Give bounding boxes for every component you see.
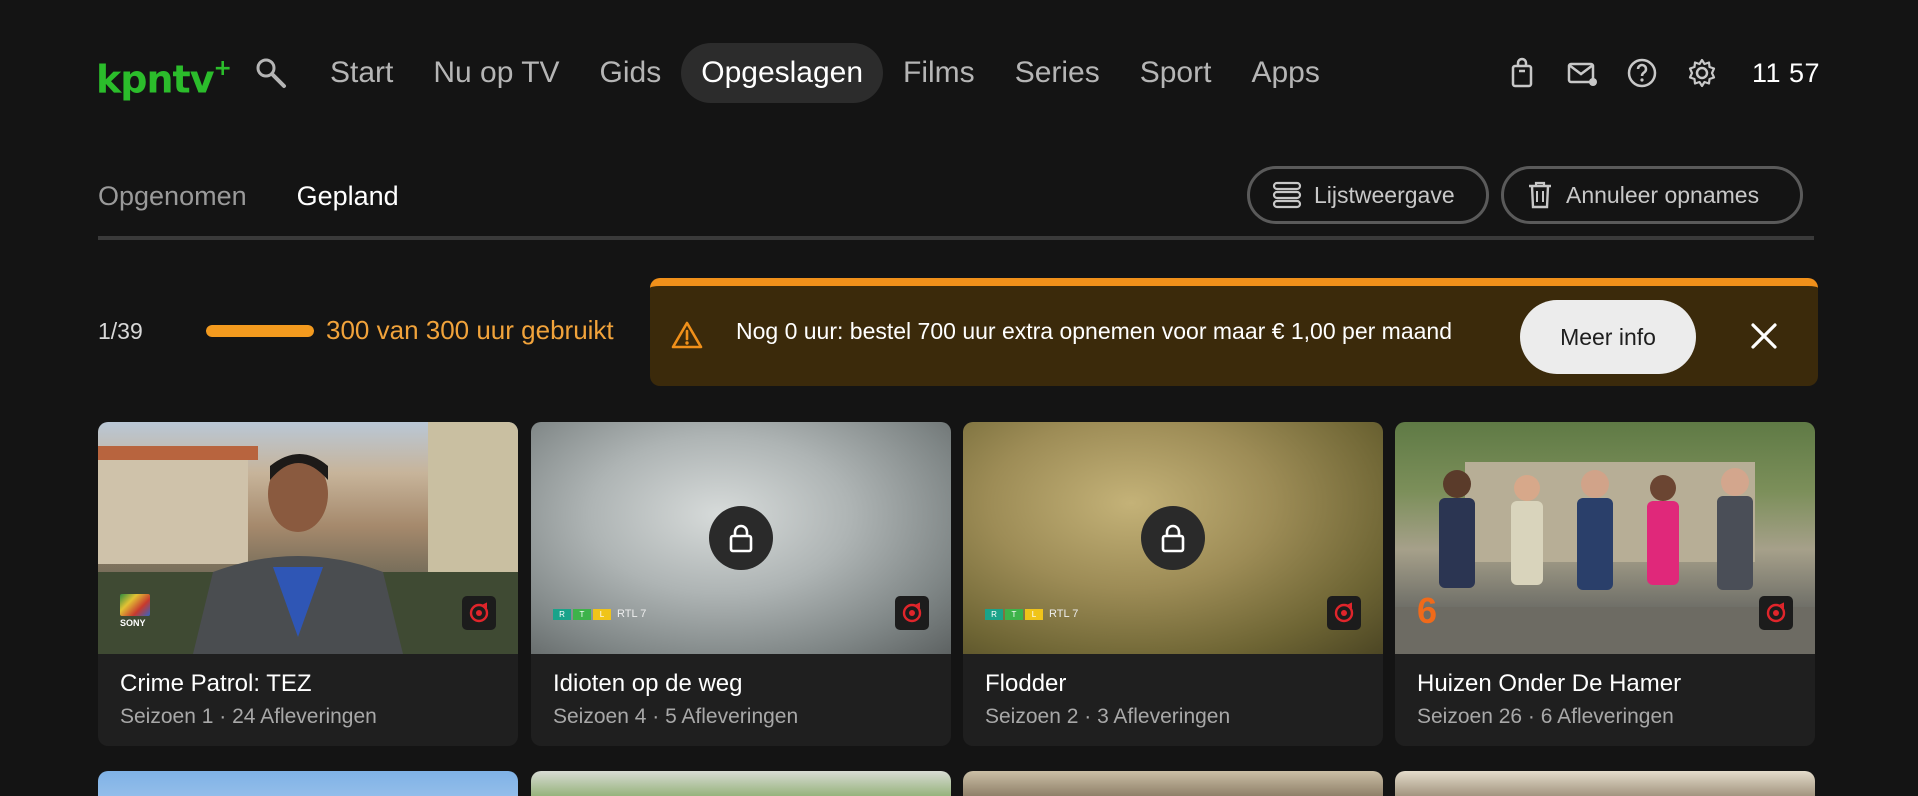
card-subtitle: Seizoen 4 · 5 Afleveringen <box>553 705 799 728</box>
nav-item-films[interactable]: Films <box>883 43 995 103</box>
channel-logo-6: 6 <box>1417 590 1438 631</box>
top-right-controls: 11 57 <box>1506 50 1820 96</box>
series-card-row2-2[interactable] <box>531 771 951 796</box>
series-card-flodder[interactable]: R T L RTL 7 Flodder Seizoen 2 · 3 Afleverin… <box>963 422 1383 746</box>
card-title: Huizen Onder De Hamer <box>1417 670 1682 697</box>
card-title: Crime Patrol: TEZ <box>120 670 312 697</box>
kpn-tv-logo[interactable]: kpntv+ <box>96 50 232 102</box>
nav-item-start[interactable]: Start <box>310 43 413 103</box>
banner-message: Nog 0 uur: bestel 700 uur extra opnemen … <box>736 318 1452 344</box>
series-thumbnail: 6 <box>1395 422 1815 654</box>
nav-item-sport[interactable]: Sport <box>1120 43 1232 103</box>
list-view-button[interactable]: Lijstweergave <box>1247 166 1489 224</box>
logo-plus: + <box>213 56 231 81</box>
record-series-icon <box>462 596 496 630</box>
series-card-crime-patrol[interactable]: SONY Crime Patrol: TEZ Seizoen 1 · 24 Af… <box>98 422 518 746</box>
card-subtitle: Seizoen 1 · 24 Afleveringen <box>120 705 377 728</box>
nav-item-apps[interactable]: Apps <box>1231 43 1339 103</box>
presenter-image <box>98 422 518 654</box>
more-info-button[interactable]: Meer info <box>1520 300 1696 374</box>
nav-item-opgeslagen[interactable]: Opgeslagen <box>681 43 884 103</box>
channel-logo-rtl7: R T L RTL 7 <box>553 608 646 620</box>
nav-item-gids[interactable]: Gids <box>580 43 682 103</box>
search-icon[interactable] <box>254 56 288 90</box>
cancel-recordings-button[interactable]: Annuleer opnames <box>1501 166 1803 224</box>
series-thumbnail: R T L RTL 7 <box>963 422 1383 654</box>
tabs-divider <box>98 236 1814 240</box>
cancel-recordings-label: Annuleer opnames <box>1566 181 1760 208</box>
card-title: Flodder <box>985 670 1067 697</box>
tab-opgenomen[interactable]: Opgenomen <box>98 170 247 222</box>
channel-name: SONY <box>120 618 146 628</box>
nav-item-series[interactable]: Series <box>995 43 1120 103</box>
storage-warning-banner: Nog 0 uur: bestel 700 uur extra opnemen … <box>650 278 1818 386</box>
mail-icon[interactable] <box>1566 57 1598 89</box>
item-counter: 1/39 <box>98 318 143 344</box>
series-card-row2-3[interactable] <box>963 771 1383 796</box>
series-thumbnail: R T L RTL 7 <box>531 422 951 654</box>
list-view-icon <box>1272 181 1302 209</box>
record-series-icon <box>1759 596 1793 630</box>
app-root: kpntv+ Start Nu op TV Gids Opgeslagen Fi… <box>0 0 1918 796</box>
series-card-huizen-onder-de-hamer[interactable]: 6 Huizen Onder De Hamer Seizoen 26 · 6 A… <box>1395 422 1815 746</box>
help-icon[interactable] <box>1626 57 1658 89</box>
storage-progress-fill <box>206 325 314 337</box>
card-subtitle: Seizoen 26 · 6 Afleveringen <box>1417 705 1674 728</box>
channel-logo-sony: SONY <box>120 594 150 628</box>
list-view-label: Lijstweergave <box>1314 181 1455 208</box>
warning-icon <box>671 321 703 349</box>
nav-item-nu-op-tv[interactable]: Nu op TV <box>413 43 579 103</box>
lock-icon <box>1141 506 1205 570</box>
tab-gepland[interactable]: Gepland <box>297 170 399 222</box>
series-thumbnail: SONY <box>98 422 518 654</box>
top-navigation: kpntv+ Start Nu op TV Gids Opgeslagen Fi… <box>0 0 1918 148</box>
trash-icon <box>1529 181 1551 209</box>
storage-progress-bar <box>206 325 314 337</box>
logo-text: kpntv <box>96 57 214 102</box>
clock: 11 57 <box>1751 57 1820 88</box>
channel-logo-rtl7: R T L RTL 7 <box>985 608 1078 620</box>
lock-icon <box>709 506 773 570</box>
channel-name: RTL 7 <box>617 608 647 620</box>
series-card-idioten-op-de-weg[interactable]: R T L RTL 7 Idioten op de weg Seizoen 4 · 5… <box>531 422 951 746</box>
shopping-bag-icon[interactable] <box>1506 57 1538 89</box>
card-title: Idioten op de weg <box>553 670 743 697</box>
series-card-row2-1[interactable] <box>98 771 518 796</box>
settings-icon[interactable] <box>1686 57 1718 89</box>
presenters-image <box>1395 462 1815 654</box>
channel-name: RTL 7 <box>1049 608 1079 620</box>
series-card-row2-4[interactable] <box>1395 771 1815 796</box>
storage-usage-text: 300 van 300 uur gebruikt <box>326 315 614 345</box>
main-nav: Start Nu op TV Gids Opgeslagen Films Ser… <box>310 43 1340 103</box>
card-subtitle: Seizoen 2 · 3 Afleveringen <box>985 705 1231 728</box>
close-icon[interactable] <box>1750 322 1778 350</box>
recordings-tabs: Opgenomen Gepland <box>98 170 399 222</box>
record-series-icon <box>895 596 929 630</box>
record-series-icon <box>1327 596 1361 630</box>
